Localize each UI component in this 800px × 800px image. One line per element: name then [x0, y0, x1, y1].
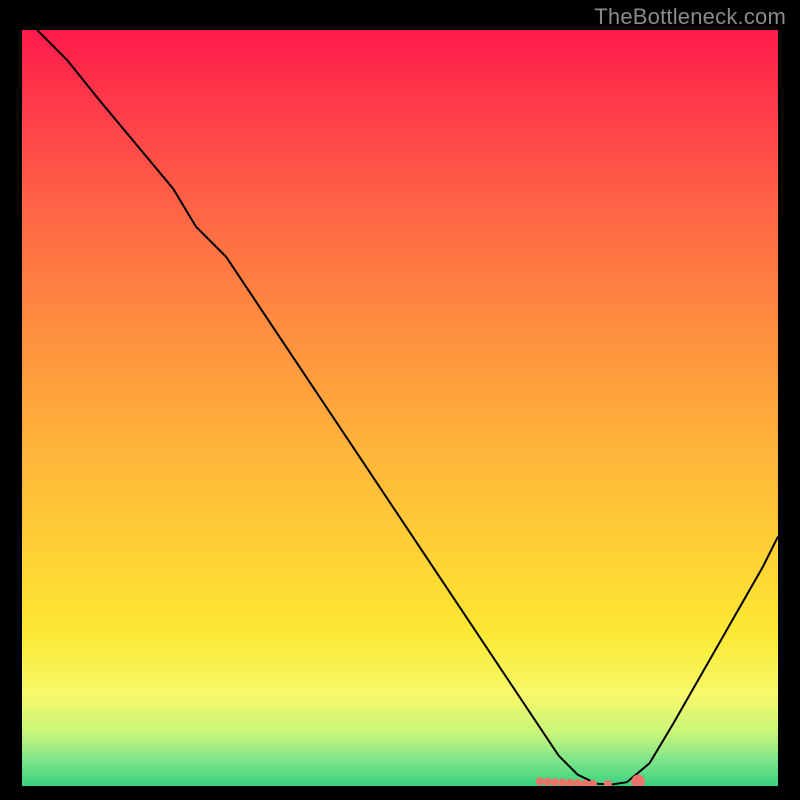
bottleneck-chart: [22, 30, 778, 786]
watermark-text: TheBottleneck.com: [594, 4, 786, 30]
marker-dot: [551, 778, 559, 786]
chart-container: [22, 30, 778, 786]
marker-dot: [543, 778, 551, 786]
marker-dot: [536, 777, 544, 785]
